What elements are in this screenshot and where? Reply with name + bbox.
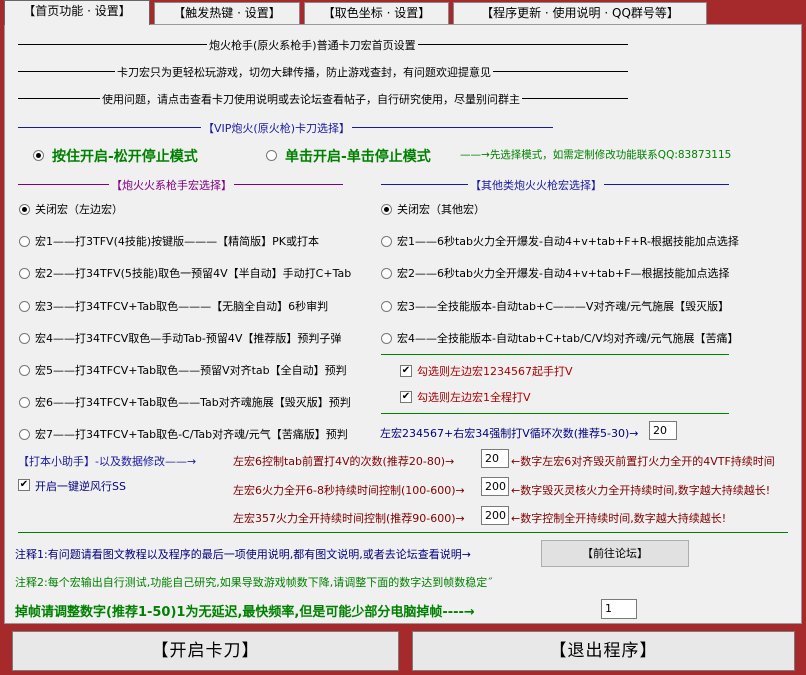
loop-label: 左宏234567+右宏34强制打V循环次数(推荐5-30)→ — [380, 425, 639, 441]
param-input-2[interactable]: 200 — [481, 506, 509, 525]
arrow-left-icon: ← — [511, 512, 521, 525]
right-macro-label-4: 宏4——全技能版本-自动tab+C+tab/C/V均对齐魂/元气施展【苦痛】 — [397, 332, 739, 345]
right-macro-radio-0[interactable] — [381, 204, 392, 215]
param-note-2-text: 数字控制全开持续时间,数字越大持续越长! — [520, 512, 727, 525]
param-note-0-text: 数字左宏6对齐毁灭前置打火力全开的4VTF持续时间 — [520, 455, 775, 468]
right-macro-radio-2[interactable] — [381, 268, 392, 279]
param-label-1-text: 左宏6火力全开6-8秒持续时间控制(100-600) — [233, 484, 456, 497]
frame-delay-input[interactable]: 1 — [601, 599, 637, 619]
arrow-right-icon: → — [461, 548, 471, 561]
settings-panel: 炮火枪手(原火系枪手)普通卡刀宏首页设置 卡刀宏只为更轻松玩游戏，切勿大肆传播，… — [4, 24, 802, 624]
loop-label-text: 左宏234567+右宏34强制打V循环次数(推荐5-30) — [380, 427, 630, 440]
right-macro-label-3: 宏3——全技能版本-自动tab+C———V对齐魂/元气施展【毁灭版】 — [397, 300, 730, 313]
page-title: 炮火枪手(原火系枪手)普通卡刀宏首页设置 — [207, 37, 418, 53]
arrow-right-icon: ——→ — [460, 149, 490, 161]
mode-note: ——→先选择模式，如需定制修改功能联系QQ:83873115 — [460, 147, 731, 162]
note-2: 注释2:每个宏输出自行测试,功能自己研究,如果导致游戏帧数下降,请调整下面的数字… — [15, 576, 493, 589]
tab-update-help[interactable]: 【程序更新 · 使用说明 · QQ群号等】 — [453, 2, 707, 24]
frame-label-text: 掉帧请调整数字(推荐1-50)1为无延迟,最快频率,但是可能少部分电脑掉帧---… — [15, 605, 464, 620]
mode-hold-label: 按住开启-松开停止模式 — [52, 149, 198, 165]
left-group-title: 【炮火火系枪手宏选择】 — [109, 177, 234, 193]
param-input-1[interactable]: 200 — [481, 477, 509, 496]
left-macro-radio-6[interactable] — [19, 397, 30, 408]
param-note-1: ←数字毁灭灵核火力全开持续时间,数字越大持续越长! — [511, 482, 770, 498]
left-macro-label-7: 宏7——打34TFCV+Tab取色-C/Tab对齐魂/元气【苦痛版】预判 — [35, 428, 348, 441]
check-left-1234567[interactable]: ✔ — [400, 365, 412, 377]
param-label-1: 左宏6火力全开6-8秒持续时间控制(100-600)→ — [233, 482, 465, 498]
left-macro-radio-2[interactable] — [19, 268, 30, 279]
tab-color-settings[interactable]: 【取色坐标 · 设置】 — [304, 2, 449, 24]
left-macro-radio-5[interactable] — [19, 365, 30, 376]
left-macro-radio-7[interactable] — [19, 429, 30, 440]
forum-button[interactable]: 【前往论坛】 — [541, 540, 689, 567]
exit-button[interactable]: 【退出程序】 — [412, 631, 795, 671]
left-macro-radio-1[interactable] — [19, 236, 30, 247]
mode-click-radio[interactable] — [266, 150, 277, 161]
helper-title-text: 【打本小助手】-以及数据修改 — [18, 455, 165, 468]
param-note-1-text: 数字毁灭灵核火力全开持续时间,数字越大持续越长! — [520, 484, 771, 497]
mode-note-text: 先选择模式，如需定制修改功能联系QQ:83873115 — [489, 149, 732, 161]
arrow-right-icon: ——→ — [164, 455, 197, 468]
arrow-left-icon: ← — [511, 455, 521, 468]
left-macro-radio-4[interactable] — [19, 333, 30, 344]
loop-count-input[interactable]: 20 — [649, 421, 677, 440]
arrow-right-icon: → — [455, 484, 465, 497]
tab-home-settings[interactable]: 【首页功能 · 设置】 — [4, 0, 150, 25]
left-macro-radio-3[interactable] — [19, 301, 30, 312]
right-macro-label-2: 宏2——6秒tab火力全开爆发-自动4+v+tab+F—根据技能加点选择 — [397, 267, 730, 280]
check-reverse-ss-label: 开启一键逆风行SS — [35, 480, 126, 493]
right-macro-radio-3[interactable] — [381, 301, 392, 312]
divider — [381, 354, 729, 355]
note-1: 注释1:有问题请看图文教程以及程序的最后一项使用说明,都有图文说明,或者去论坛查… — [15, 546, 471, 562]
arrow-left-icon: ← — [511, 484, 521, 497]
mode-click-label: 单击开启-单击停止模式 — [285, 149, 431, 165]
check-left-1[interactable]: ✔ — [400, 391, 412, 403]
right-macro-label-0: 关闭宏（其他宏） — [397, 203, 485, 216]
right-macro-label-1: 宏1——6秒tab火力全开爆发-自动4+v+tab+F+R-根据技能加点选择 — [397, 235, 739, 248]
arrow-right-icon: → — [455, 512, 465, 525]
left-macro-label-4: 宏4——打34TFCV取色—手动Tab-预留4V【推荐版】预判子弹 — [35, 332, 342, 345]
notice-text-2: 使用问题，请点击查看卡刀使用说明或去论坛查看帖子，自行研究使用，尽量别问群主 — [100, 91, 522, 107]
left-macro-label-5: 宏5——打34TFCV+Tab取色——预留V对齐tab【全自动】预判 — [35, 364, 347, 377]
right-group-title: 【其他类炮火火枪宏选择】 — [468, 177, 604, 193]
param-note-0: ←数字左宏6对齐毁灭前置打火力全开的4VTF持续时间 — [511, 453, 775, 469]
param-input-0[interactable]: 20 — [481, 449, 509, 468]
right-macro-radio-1[interactable] — [381, 236, 392, 247]
tab-hotkey-settings[interactable]: 【触发热键 · 设置】 — [154, 2, 300, 24]
check-reverse-ss[interactable]: ✔ — [18, 479, 30, 491]
start-button[interactable]: 【开启卡刀】 — [12, 631, 399, 671]
arrow-right-icon: → — [445, 455, 455, 468]
right-macro-radio-4[interactable] — [381, 333, 392, 344]
param-label-0-text: 左宏6控制tab前置打4V的次数(推荐20-80) — [233, 455, 446, 468]
divider — [381, 413, 729, 414]
left-macro-label-6: 宏6——打34TFCV+Tab取色——Tab对齐魂施展【毁灭版】预判 — [35, 396, 351, 409]
mode-hold-radio[interactable] — [33, 150, 44, 161]
left-macro-label-1: 宏1——打3TFV(4技能)按键版———【精简版】PK或打本 — [35, 235, 319, 248]
left-macro-radio-0[interactable] — [19, 204, 30, 215]
divider — [18, 532, 788, 533]
helper-title: 【打本小助手】-以及数据修改——→ — [18, 453, 196, 469]
check-left-1-label: 勾选则左边宏1全程打V — [417, 391, 531, 404]
notice-text-1: 卡刀宏只为更轻松玩游戏，切勿大肆传播，防止游戏查封，有问题欢迎提意见 — [115, 64, 493, 80]
frame-label: 掉帧请调整数字(推荐1-50)1为无延迟,最快频率,但是可能少部分电脑掉帧---… — [15, 601, 475, 620]
param-label-2: 左宏357火力全开持续时间控制(推荐90-600)→ — [233, 510, 465, 526]
left-macro-label-0: 关闭宏（左边宏） — [35, 203, 123, 216]
left-macro-label-2: 宏2——打34TFV(5技能)取色一预留4V【半自动】手动打C+Tab — [35, 267, 352, 280]
check-left-1234567-label: 勾选则左边宏1234567起手打V — [417, 365, 573, 378]
left-macro-label-3: 宏3——打34TFCV+Tab取色———【无脑全自动】6秒审判 — [35, 300, 329, 313]
vip-section-title: 【VIP炮火(原火枪)卡刀选择】 — [201, 120, 352, 136]
note-1-text: 注释1:有问题请看图文教程以及程序的最后一项使用说明,都有图文说明,或者去论坛查… — [15, 548, 462, 561]
arrow-right-icon: → — [629, 427, 639, 440]
param-note-2: ←数字控制全开持续时间,数字越大持续越长! — [511, 510, 726, 526]
param-label-0: 左宏6控制tab前置打4V的次数(推荐20-80)→ — [233, 453, 454, 469]
arrow-right-icon: → — [463, 605, 475, 620]
param-label-2-text: 左宏357火力全开持续时间控制(推荐90-600) — [233, 512, 456, 525]
